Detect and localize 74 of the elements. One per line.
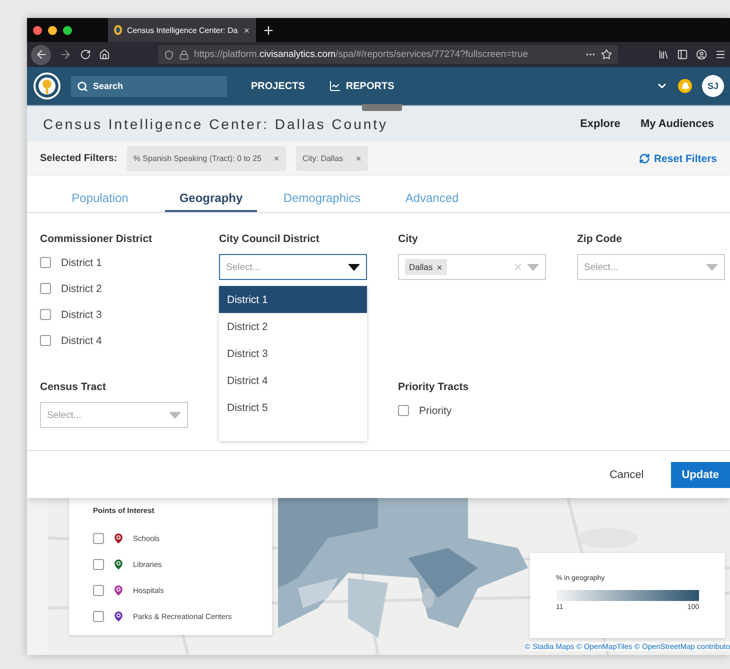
field-label: Commissioner District <box>40 233 154 245</box>
remove-icon[interactable] <box>436 264 443 270</box>
menu-icon[interactable] <box>715 49 726 60</box>
header-link[interactable]: Explore <box>580 118 620 130</box>
reload-icon[interactable] <box>80 49 91 60</box>
menu-item[interactable]: District 3 <box>219 340 367 367</box>
line-chart-icon <box>328 80 341 92</box>
remove-icon[interactable] <box>354 155 362 162</box>
checkbox[interactable] <box>93 610 104 622</box>
filter-chip: City: Dallas <box>296 146 368 171</box>
url-field[interactable]: https://platform.civisanalytics.com/spa/#/reports/services/77274?fullscreen=true <box>158 45 618 64</box>
update-button[interactable]: Update <box>670 462 730 488</box>
caret-icon <box>348 264 360 270</box>
tab[interactable]: Geography <box>165 191 257 212</box>
select-field[interactable]: Dallas <box>398 254 546 280</box>
option-label: District 1 <box>61 256 102 268</box>
user-avatar[interactable]: SJ <box>702 75 724 97</box>
header-link[interactable]: My Audiences <box>640 118 714 130</box>
caret-icon <box>706 264 718 270</box>
filter-chip: % Spanish Speaking (Tract): 0 to 25 <box>127 146 286 171</box>
notification-button[interactable] <box>678 79 692 93</box>
back-button[interactable] <box>31 44 51 64</box>
reset-filters-link[interactable]: Reset Filters <box>638 152 717 164</box>
cancel-button[interactable]: Cancel <box>598 462 655 488</box>
page-title: Census Intelligence Center: Dallas County <box>43 116 390 132</box>
library-icon[interactable] <box>658 49 669 60</box>
caret-icon <box>169 412 181 418</box>
remove-icon[interactable] <box>273 155 280 162</box>
checkbox[interactable] <box>93 584 104 596</box>
nav-link[interactable]: PROJECTS <box>251 80 305 92</box>
menu-item[interactable]: District 1 <box>219 286 367 313</box>
field-label: City <box>398 233 419 245</box>
menu-item[interactable]: District 2 <box>219 313 367 340</box>
account-icon[interactable] <box>696 49 707 60</box>
refresh-icon <box>638 153 650 164</box>
zoom-window-icon[interactable] <box>63 26 72 34</box>
checkbox[interactable] <box>40 283 51 294</box>
logo-icon <box>33 72 61 100</box>
menu-item[interactable]: District 5 <box>219 394 367 421</box>
close-window-icon[interactable] <box>33 26 42 34</box>
option-label: District 3 <box>61 308 102 320</box>
sidebar-icon[interactable] <box>677 49 688 60</box>
shield-icon <box>164 50 174 60</box>
field-label: Priority Tracts <box>398 381 470 393</box>
field-label: Census Tract <box>40 381 107 393</box>
favicon-icon <box>114 25 122 35</box>
option-label: District 4 <box>61 334 102 346</box>
option-label: Priority <box>419 404 452 416</box>
caret-icon <box>527 264 539 270</box>
new-tab-icon[interactable] <box>262 24 275 36</box>
minimize-window-icon[interactable] <box>48 26 57 34</box>
checkbox[interactable] <box>40 257 51 268</box>
field-label: City Council District <box>219 233 320 245</box>
checkbox[interactable] <box>93 558 104 570</box>
nav-link[interactable]: REPORTS <box>328 80 394 92</box>
lock-icon <box>179 50 189 60</box>
checkbox[interactable] <box>398 405 409 416</box>
checkbox[interactable] <box>40 335 51 346</box>
back-arrow-icon <box>34 48 48 61</box>
filters-label: Selected Filters: <box>40 153 118 164</box>
checkbox[interactable] <box>40 309 51 320</box>
checkbox[interactable] <box>93 532 104 544</box>
browser-tab[interactable]: Census Intelligence Center: Da <box>108 18 256 42</box>
menu-item[interactable]: District 4 <box>219 367 367 394</box>
field-label: Zip Code <box>577 233 623 245</box>
forward-icon[interactable] <box>59 48 72 61</box>
drag-handle[interactable] <box>362 104 402 111</box>
star-icon[interactable] <box>601 49 612 60</box>
home-icon[interactable] <box>99 49 110 60</box>
bell-icon <box>680 82 690 90</box>
search-field[interactable]: Search <box>71 76 227 96</box>
option-label: District 2 <box>61 282 102 294</box>
search-icon <box>77 80 88 92</box>
selected-tag: Dallas <box>405 259 447 275</box>
